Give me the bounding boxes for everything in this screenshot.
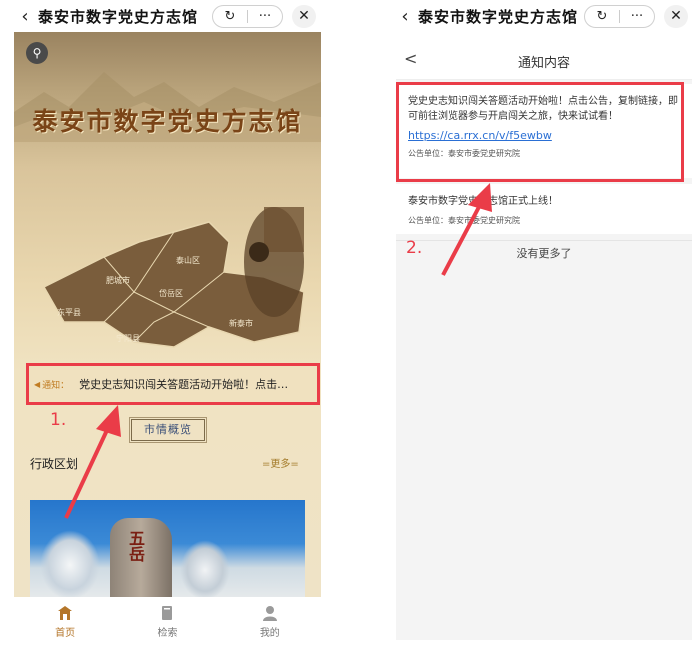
district-label: 泰山区 — [176, 256, 200, 265]
no-more-text: 没有更多了 — [396, 240, 692, 261]
notice-detail-screen: ‹ 泰安市数字党史方志馆 ↻ ··· ✕ < 通知内容 党史史志知识闯关答题活动… — [388, 0, 700, 647]
refresh-icon[interactable]: ↻ — [213, 9, 247, 24]
home-screen: ‹ 泰安市数字党史方志馆 ↻ ··· ✕ ⚲ 泰安市数字党史方志馆 泰山区 肥城… — [0, 0, 335, 647]
book-icon — [162, 606, 173, 620]
close-icon[interactable]: ✕ — [292, 5, 316, 28]
snow-tree — [180, 540, 230, 597]
stone-carving: 五岳 — [126, 530, 145, 562]
step-label: 1. — [50, 410, 67, 430]
sub-header: < 通知内容 — [396, 40, 692, 80]
district-label: 宁阳县 — [116, 334, 140, 343]
close-icon[interactable]: ✕ — [664, 5, 688, 28]
district-label: 肥城市 — [106, 276, 130, 285]
page-title: 通知内容 — [517, 56, 570, 71]
city-overview-button[interactable]: 市情概览 — [129, 417, 207, 443]
search-icon[interactable]: ⚲ — [26, 42, 48, 64]
notice-text[interactable]: 党史史志知识闯关答题活动开始啦！点击… — [79, 376, 288, 392]
highlight-box — [396, 82, 684, 182]
section-title: 行政区划 — [30, 457, 79, 471]
nav-title: 泰安市数字党史方志馆 — [418, 7, 579, 26]
hero-title: 泰安市数字党史方志馆 — [32, 107, 303, 136]
back-icon[interactable]: ‹ — [16, 6, 34, 27]
nav-title: 泰安市数字党史方志馆 — [38, 7, 199, 26]
tab-search[interactable]: 检索 — [116, 597, 218, 647]
porter-figure-illustration — [244, 207, 304, 317]
tab-home[interactable]: 首页 — [14, 597, 116, 647]
snow-tree — [40, 530, 100, 597]
notice-publisher: 公告单位：泰安市委党史研究院 — [408, 216, 520, 225]
right-nav-bar: ‹ 泰安市数字党史方志馆 ↻ ··· ✕ — [396, 0, 696, 32]
user-icon — [262, 606, 277, 621]
tab-label: 我的 — [259, 628, 280, 639]
notice-label: 通知： — [42, 380, 70, 391]
tab-mine[interactable]: 我的 — [219, 597, 321, 647]
tab-label: 检索 — [157, 628, 178, 639]
home-icon — [58, 606, 73, 620]
refresh-icon[interactable]: ↻ — [585, 9, 619, 24]
notice-bar[interactable]: ◀ 通知： 党史史志知识闯关答题活动开始啦！点击… — [26, 363, 320, 405]
tab-label: 首页 — [55, 628, 76, 639]
district-label: 东平县 — [57, 308, 81, 317]
mini-program-capsule: ↻ ··· — [584, 5, 655, 28]
district-photo[interactable]: 五岳 — [30, 500, 305, 597]
mini-program-capsule: ↻ ··· — [212, 5, 283, 28]
speaker-icon: ◀ — [34, 379, 41, 389]
notice-card[interactable]: 泰安市数字党史方志馆正式上线！ 公告单位：泰安市委党史研究院 — [396, 184, 692, 234]
screenshot-stage: ‹ 泰安市数字党史方志馆 ↻ ··· ✕ ⚲ 泰安市数字党史方志馆 泰山区 肥城… — [0, 0, 700, 647]
back-icon[interactable]: ‹ — [396, 6, 414, 27]
more-link-label: 更多 — [270, 459, 291, 470]
notice-content: 泰安市数字党史方志馆正式上线！ — [408, 196, 558, 207]
more-options-icon[interactable]: ··· — [620, 9, 654, 24]
more-options-icon[interactable]: ··· — [248, 9, 282, 24]
more-link[interactable]: =更多= — [262, 455, 299, 470]
tab-bar: 首页 检索 我的 — [14, 597, 321, 647]
left-nav-bar: ‹ 泰安市数字党史方志馆 ↻ ··· ✕ — [16, 0, 321, 32]
district-label: 岱岳区 — [159, 289, 183, 298]
step-label: 2. — [406, 238, 423, 258]
